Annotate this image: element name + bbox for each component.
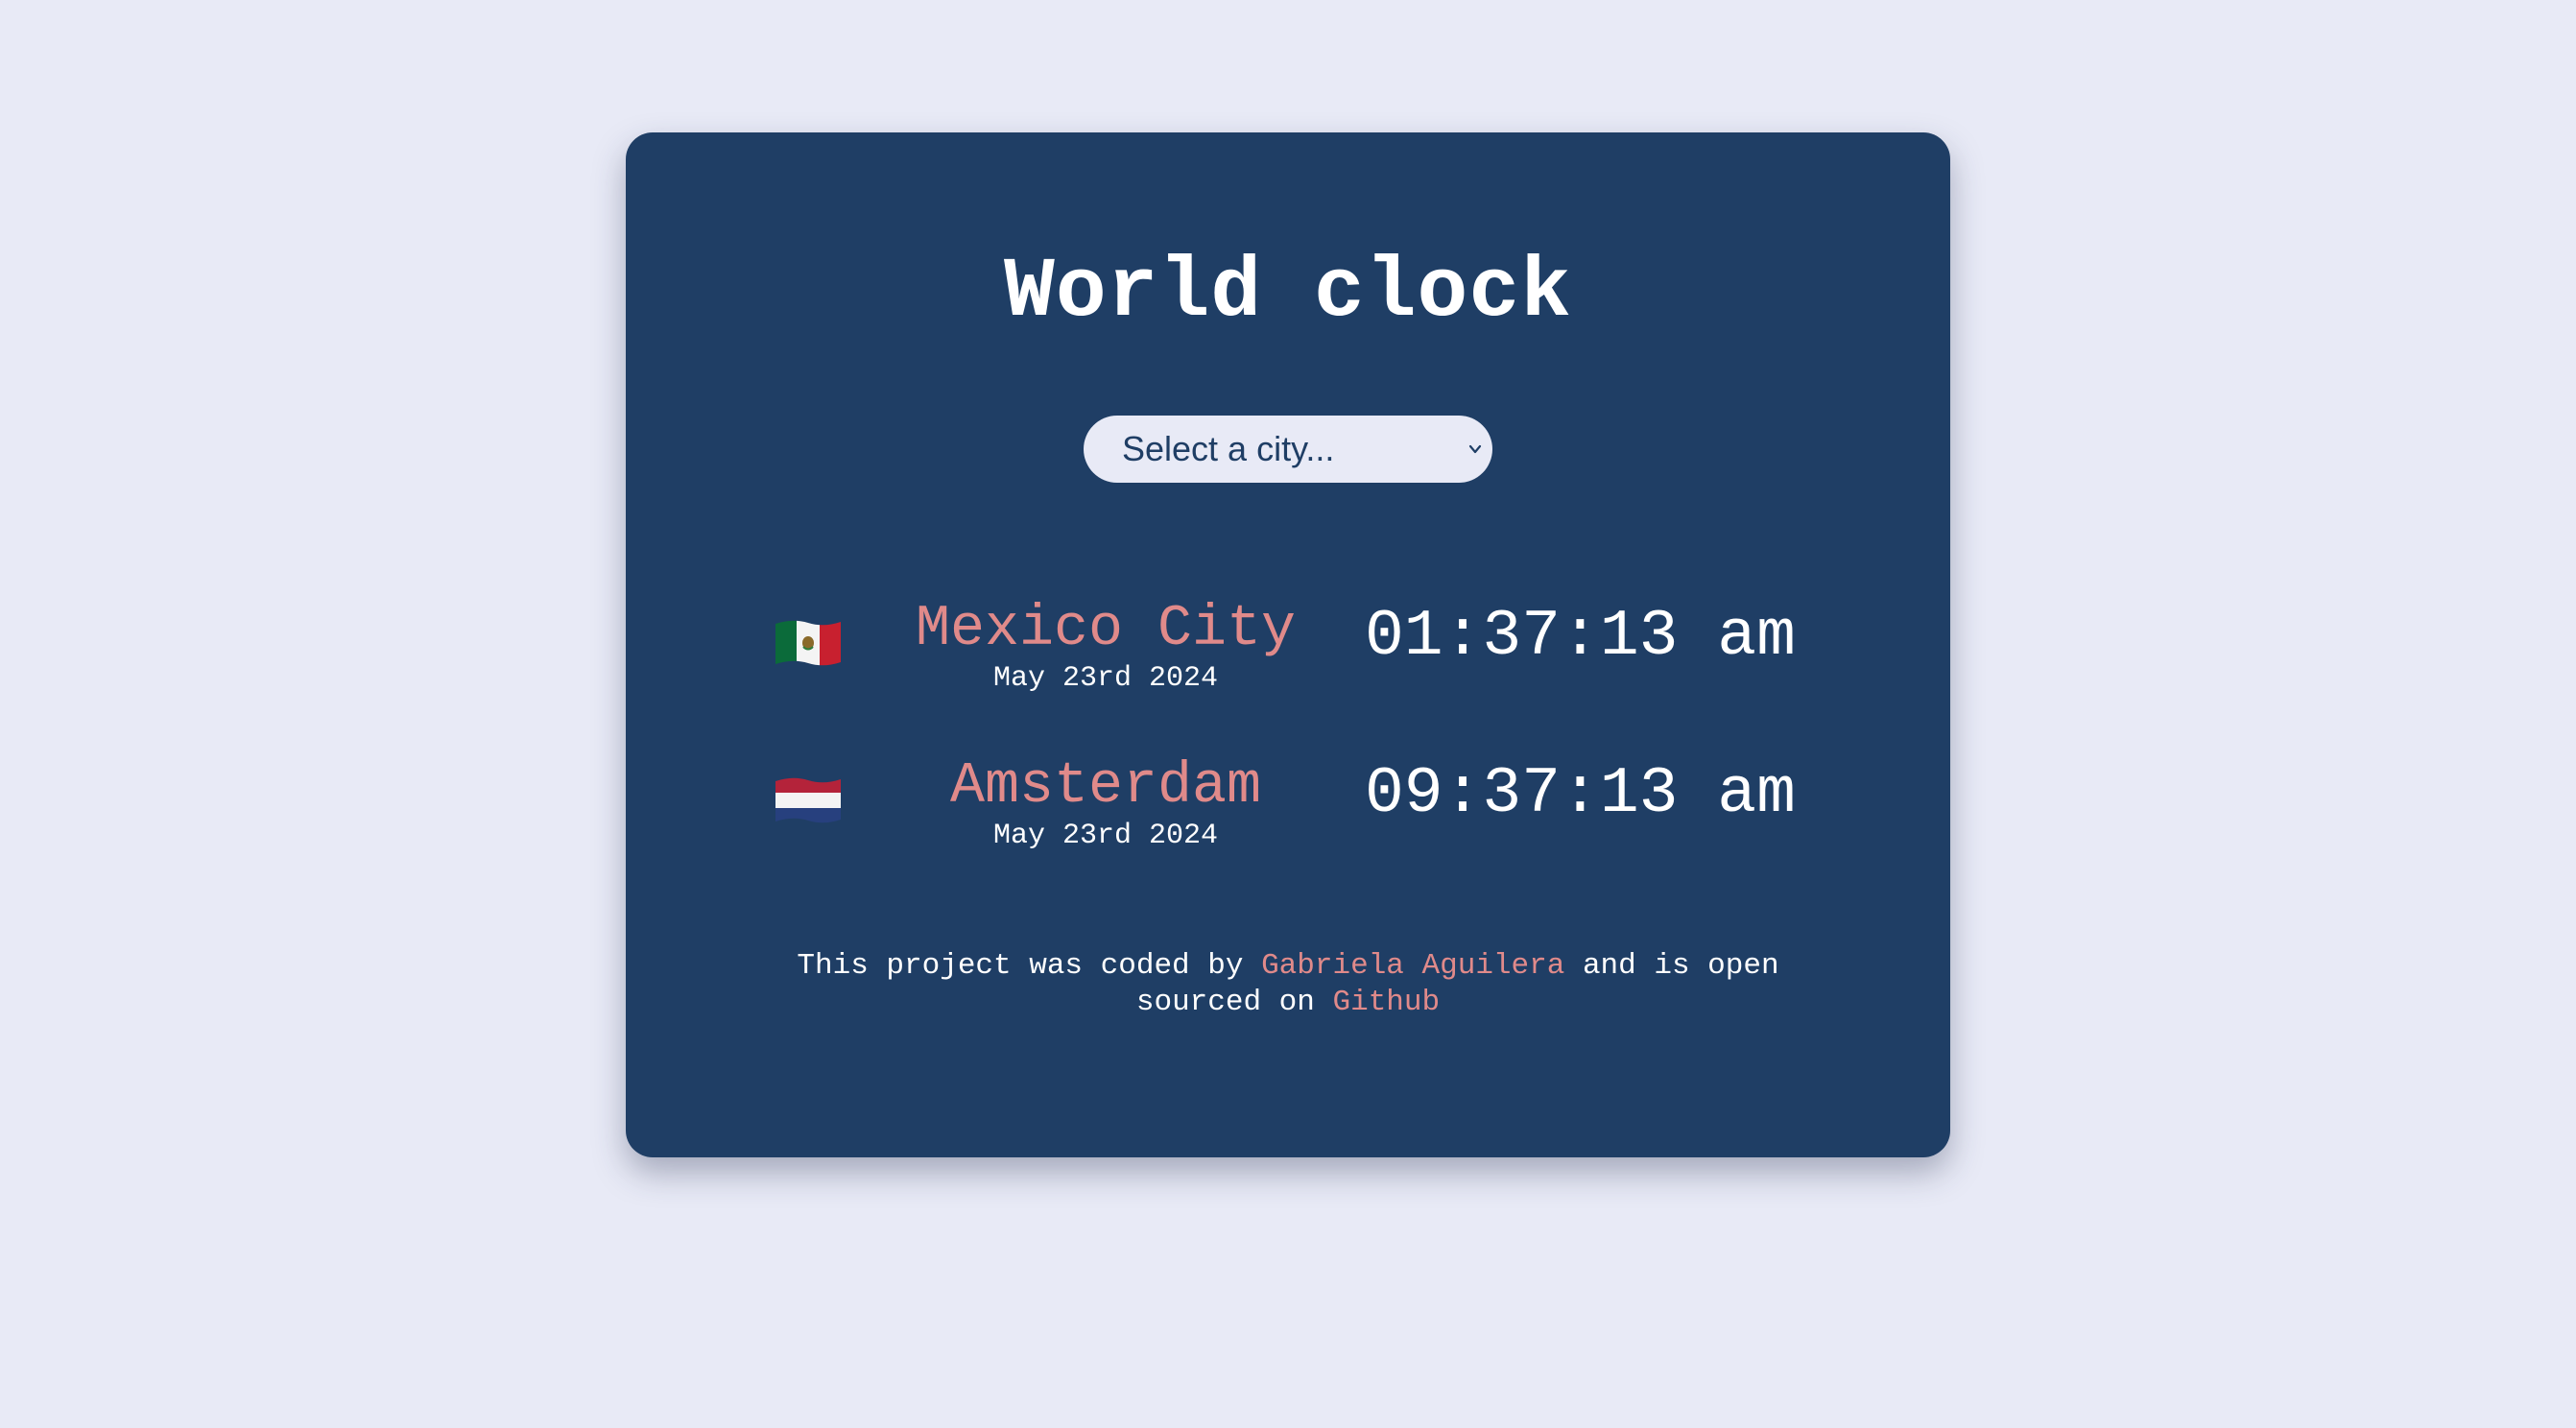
city-date: May 23rd 2024 [992, 820, 1219, 852]
city-name: Amsterdam [949, 754, 1262, 820]
city-select[interactable]: Select a city... [1084, 416, 1492, 483]
city-date: May 23rd 2024 [992, 662, 1219, 695]
city-row-mexico-city: Mexico City May 23rd 2024 01:37:13 am [626, 601, 1950, 726]
footer-text: This project was coded by [797, 949, 1262, 983]
city-select-value: Select a city... [1122, 429, 1335, 468]
mexico-flag-icon [775, 620, 841, 666]
chevron-down-icon [1468, 444, 1482, 454]
city-row-amsterdam: Amsterdam May 23rd 2024 09:37:13 am [626, 758, 1950, 883]
netherlands-flag-icon [775, 777, 841, 823]
city-name: Mexico City [915, 597, 1297, 662]
footer-credits: This project was coded by Gabriela Aguil… [729, 948, 1847, 1021]
city-time: 01:37:13 am [1365, 600, 1796, 674]
page-title: World clock [1004, 246, 1572, 341]
city-time: 09:37:13 am [1365, 757, 1796, 831]
author-link[interactable]: Gabriela Aguilera [1261, 949, 1564, 983]
github-link[interactable]: Github [1333, 986, 1441, 1019]
